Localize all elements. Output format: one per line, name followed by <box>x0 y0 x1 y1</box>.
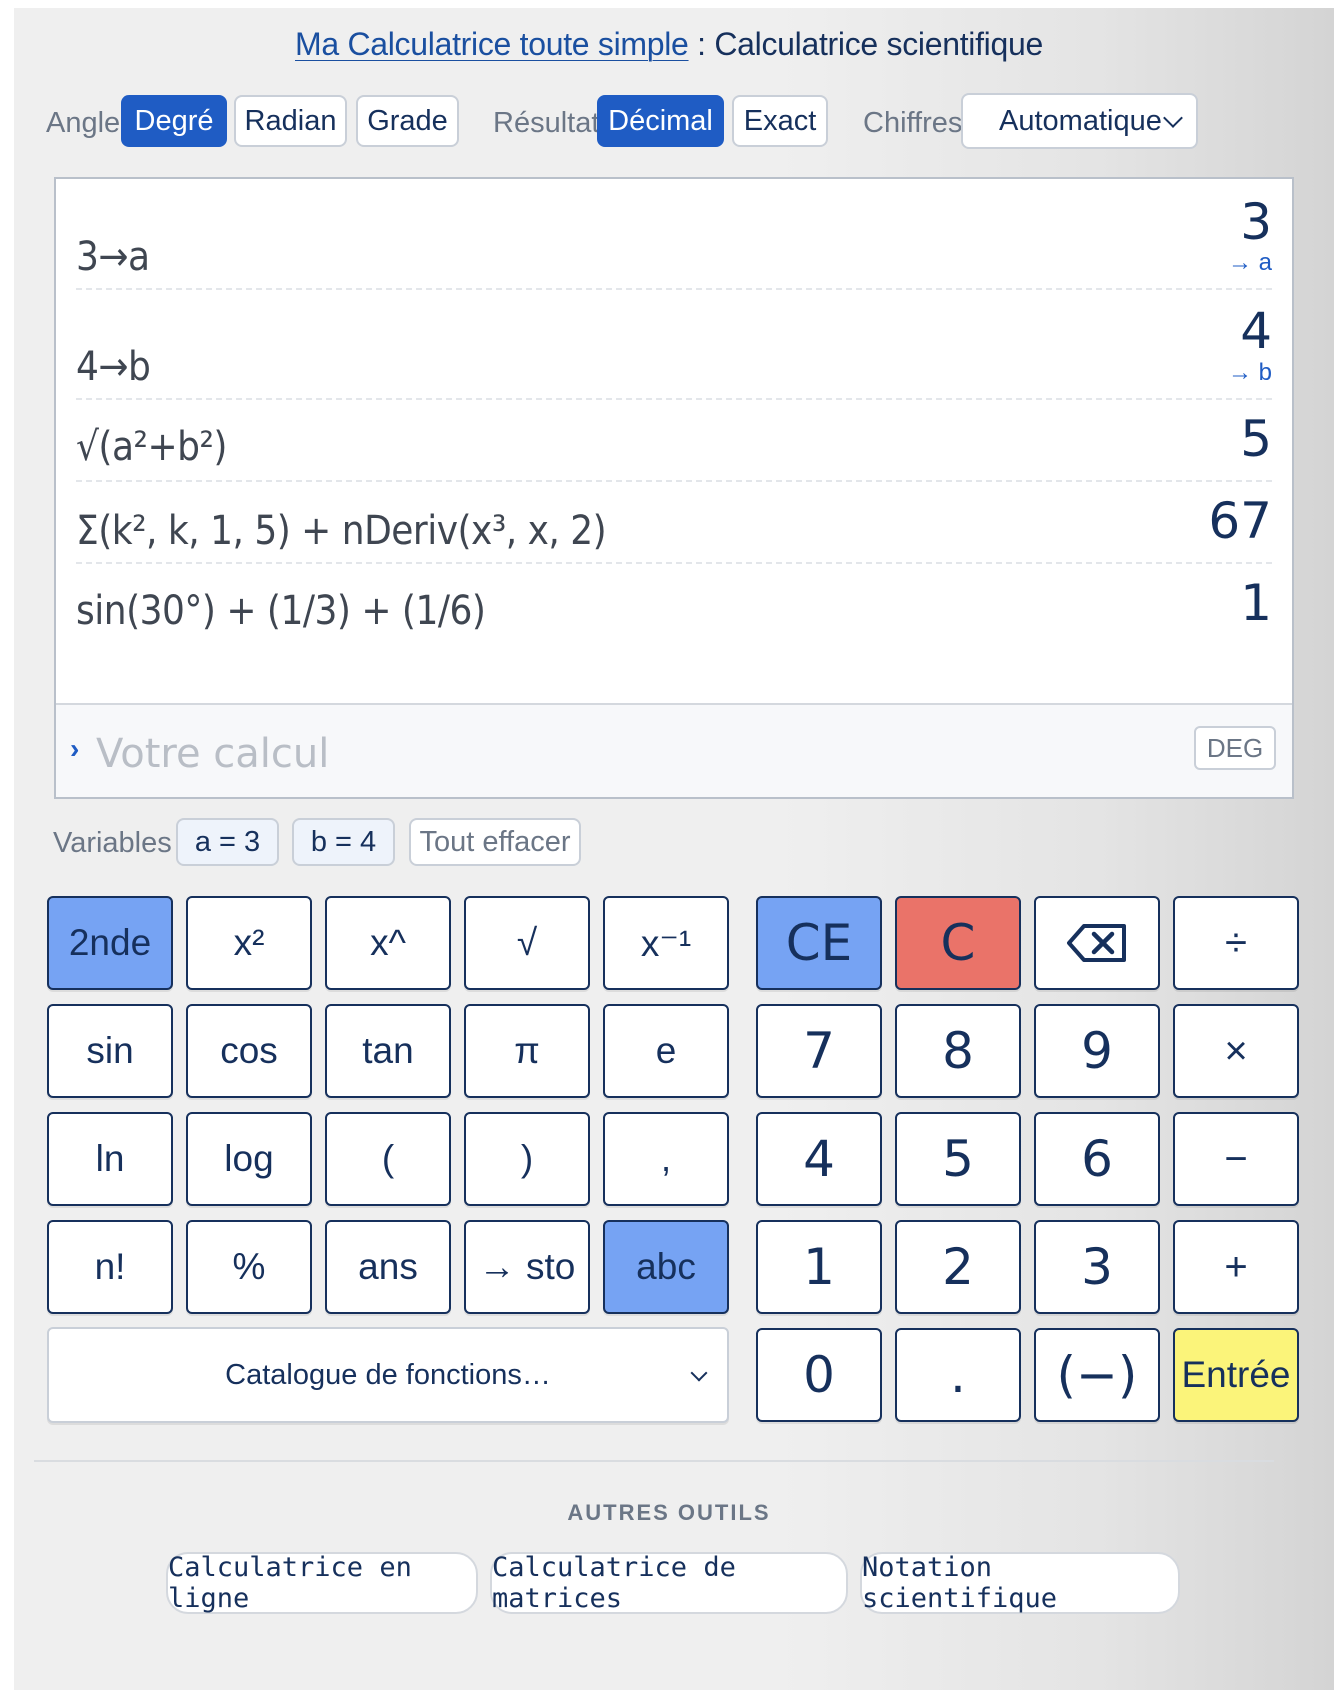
key-2nde[interactable]: 2nde <box>47 896 173 990</box>
key-decimal-point[interactable]: . <box>895 1328 1021 1422</box>
key-clear[interactable]: C <box>895 896 1021 990</box>
key-multiply[interactable]: × <box>1173 1004 1299 1098</box>
key-0[interactable]: 0 <box>756 1328 882 1422</box>
history-expression: 3→a <box>76 234 150 280</box>
key-3[interactable]: 3 <box>1034 1220 1160 1314</box>
key-factorial[interactable]: n! <box>47 1220 173 1314</box>
key-9[interactable]: 9 <box>1034 1004 1160 1098</box>
key-log[interactable]: log <box>186 1112 312 1206</box>
key-8[interactable]: 8 <box>895 1004 1021 1098</box>
key-store[interactable]: → sto <box>464 1220 590 1314</box>
digits-select[interactable]: Automatique <box>961 93 1198 149</box>
key-clear-entry[interactable]: CE <box>756 896 882 990</box>
angle-degree-button[interactable]: Degré <box>121 95 227 147</box>
key-sqrt[interactable]: √ <box>464 896 590 990</box>
clear-all-button[interactable]: Tout effacer <box>409 818 581 866</box>
key-ln[interactable]: ln <box>47 1112 173 1206</box>
history-row[interactable]: 4→b 4 → b <box>76 290 1272 400</box>
key-divide[interactable]: ÷ <box>1173 896 1299 990</box>
key-sin[interactable]: sin <box>47 1004 173 1098</box>
key-tan[interactable]: tan <box>325 1004 451 1098</box>
key-backspace[interactable] <box>1034 896 1160 990</box>
result-exact-button[interactable]: Exact <box>732 95 828 147</box>
key-2[interactable]: 2 <box>895 1220 1021 1314</box>
title-separator: : <box>688 26 715 62</box>
history-row[interactable]: sin(30°) + (1/3) + (1/6) 1 <box>76 564 1272 644</box>
key-1[interactable]: 1 <box>756 1220 882 1314</box>
key-7[interactable]: 7 <box>756 1004 882 1098</box>
history-result: 67 <box>1208 492 1272 550</box>
history-row[interactable]: 3→a 3 → a <box>76 179 1272 290</box>
prompt-chevron-icon: › <box>70 733 80 764</box>
history-result: 3 <box>1240 193 1272 251</box>
key-cos[interactable]: cos <box>186 1004 312 1098</box>
key-ans[interactable]: ans <box>325 1220 451 1314</box>
key-5[interactable]: 5 <box>895 1112 1021 1206</box>
variables-label: Variables <box>53 827 172 859</box>
angle-mode-badge[interactable]: DEG <box>1194 726 1276 770</box>
chevron-down-icon <box>1163 108 1183 128</box>
key-enter[interactable]: Entrée <box>1173 1328 1299 1422</box>
result-label: Résultat <box>493 107 600 139</box>
history-row[interactable]: √(a²+b²) 5 <box>76 400 1272 482</box>
key-negate[interactable]: (−) <box>1034 1328 1160 1422</box>
page-title: Ma Calculatrice toute simple : Calculatr… <box>0 26 1338 63</box>
tool-matrix-calculator-link[interactable]: Calculatrice de matrices <box>490 1552 848 1614</box>
history-expression: sin(30°) + (1/3) + (1/6) <box>76 588 486 634</box>
history-result: 4 <box>1240 302 1272 360</box>
key-4[interactable]: 4 <box>756 1112 882 1206</box>
result-decimal-button[interactable]: Décimal <box>597 95 724 147</box>
history-expression: √(a²+b²) <box>76 424 227 470</box>
digits-select-value: Automatique <box>999 104 1162 137</box>
history-store-label: → a <box>1227 249 1272 276</box>
history-result: 1 <box>1240 574 1272 632</box>
key-inverse[interactable]: x⁻¹ <box>603 896 729 990</box>
key-close-paren[interactable]: ) <box>464 1112 590 1206</box>
history-expression: 4→b <box>76 344 151 390</box>
key-abc[interactable]: abc <box>603 1220 729 1314</box>
key-percent[interactable]: % <box>186 1220 312 1314</box>
angle-label: Angle <box>46 107 121 139</box>
input-bar[interactable]: › Votre calcul DEG <box>56 703 1292 797</box>
tool-online-calculator-link[interactable]: Calculatrice en ligne <box>166 1552 478 1614</box>
chevron-down-icon <box>690 1364 708 1382</box>
variable-chip-a[interactable]: a = 3 <box>176 818 279 866</box>
history-result: 5 <box>1240 410 1272 468</box>
function-catalog-select[interactable]: Catalogue de fonctions… <box>47 1327 729 1423</box>
title-main: Calculatrice scientifique <box>714 26 1043 62</box>
key-add[interactable]: + <box>1173 1220 1299 1314</box>
calc-input[interactable]: Votre calcul <box>96 731 329 777</box>
other-tools-title: AUTRES OUTILS <box>567 1500 771 1525</box>
history-store-label: → b <box>1227 359 1272 386</box>
key-pi[interactable]: π <box>464 1004 590 1098</box>
backspace-icon <box>1067 924 1126 962</box>
calculator-display: 3→a 3 → a 4→b 4 → b √(a²+b²) 5 Σ(k², k, … <box>54 177 1294 799</box>
key-open-paren[interactable]: ( <box>325 1112 451 1206</box>
history-expression: Σ(k², k, 1, 5) + nDeriv(x³, x, 2) <box>76 508 607 554</box>
tool-scientific-notation-link[interactable]: Notation scientifique <box>860 1552 1180 1614</box>
function-catalog-label: Catalogue de fonctions… <box>225 1358 551 1391</box>
home-link[interactable]: Ma Calculatrice toute simple <box>295 26 689 62</box>
section-divider <box>34 1460 1274 1462</box>
variable-chip-b[interactable]: b = 4 <box>292 818 395 866</box>
key-subtract[interactable]: − <box>1173 1112 1299 1206</box>
history-row[interactable]: Σ(k², k, 1, 5) + nDeriv(x³, x, 2) 67 <box>76 482 1272 564</box>
key-6[interactable]: 6 <box>1034 1112 1160 1206</box>
key-square[interactable]: x² <box>186 896 312 990</box>
key-e[interactable]: e <box>603 1004 729 1098</box>
angle-grade-button[interactable]: Grade <box>356 95 459 147</box>
key-comma[interactable]: , <box>603 1112 729 1206</box>
key-power[interactable]: x^ <box>325 896 451 990</box>
digits-label: Chiffres <box>863 107 963 139</box>
angle-radian-button[interactable]: Radian <box>234 95 347 147</box>
